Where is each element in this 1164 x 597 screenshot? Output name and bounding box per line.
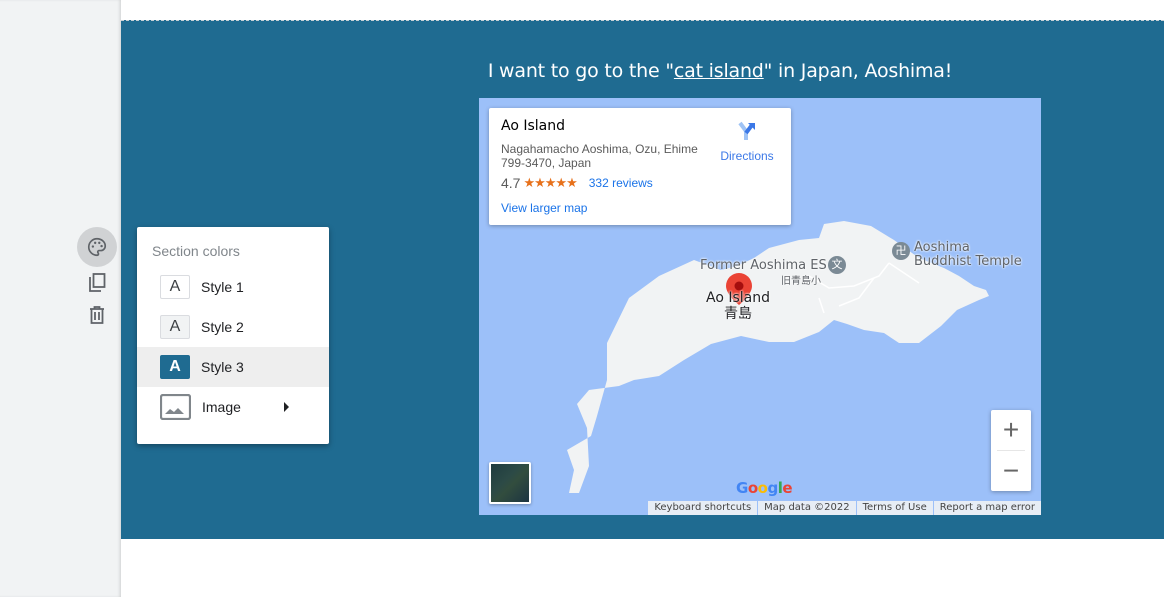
report-map-error-link[interactable]: Report a map error [933,501,1041,515]
trash-icon [90,306,104,324]
google-logo: Google [736,479,793,497]
temple-icon[interactable]: 卍 [892,242,910,260]
menu-item-label: Style 2 [201,319,244,335]
menu-item-label: Style 3 [201,359,244,375]
menu-item-style-3[interactable]: A Style 3 [137,347,329,387]
embedded-map[interactable]: Ao Island Nagahamacho Aoshima, Ozu, Ehim… [479,98,1041,515]
duplicate-section-button[interactable] [77,267,117,299]
cat-island-link[interactable]: cat island [674,60,764,82]
section-colors-menu: Section colors A Style 1 A Style 2 A Sty… [137,227,329,444]
directions-icon [738,121,755,140]
menu-item-image[interactable]: Image [137,387,329,427]
place-name: Ao Island [501,118,565,134]
zoom-controls: + − [991,410,1031,491]
menu-item-style-2[interactable]: A Style 2 [137,307,329,347]
map-attribution-bar: Keyboard shortcuts Map data ©2022 Terms … [647,501,1041,515]
section-tools [77,227,117,331]
place-info-card: Ao Island Nagahamacho Aoshima, Ozu, Ehim… [489,108,791,225]
map-label-former-school: Former Aoshima ES [700,258,827,273]
section-headline: I want to go to the "cat island" in Japa… [487,60,953,82]
menu-item-style-1[interactable]: A Style 1 [137,267,329,307]
menu-title: Section colors [152,243,240,259]
submenu-arrow-icon [284,402,289,412]
school-icon[interactable]: 文 [828,256,846,274]
terms-of-use-link[interactable]: Terms of Use [856,501,933,515]
map-data-text: Map data ©2022 [758,501,856,515]
directions-button[interactable]: Directions [717,120,777,163]
menu-item-label: Style 1 [201,279,244,295]
satellite-view-toggle[interactable] [489,462,531,504]
style-2-swatch: A [160,315,190,339]
zoom-out-button[interactable]: − [991,451,1031,491]
palette-icon [88,237,107,257]
map-label-school-ja: 旧青島小 [781,276,821,287]
directions-label: Directions [720,149,774,163]
copy-icon [89,273,106,292]
style-1-swatch: A [160,275,190,299]
rating-row: 4.7 ★★★★★ 332 reviews [501,175,653,191]
rating-value: 4.7 [501,175,521,191]
place-address: Nagahamacho Aoshima, Ozu, Ehime 799-3470… [501,142,698,170]
map-label-ao-island: Ao Island 青島 [706,290,770,322]
zoom-in-button[interactable]: + [991,410,1031,450]
style-3-swatch: A [160,355,190,379]
section-colors-button[interactable] [77,227,117,267]
delete-section-button[interactable] [77,299,117,331]
rating-stars: ★★★★★ [523,175,577,190]
menu-item-label: Image [202,399,241,415]
reviews-link[interactable]: 332 reviews [589,176,653,190]
image-icon [160,394,191,420]
keyboard-shortcuts-link[interactable]: Keyboard shortcuts [648,501,758,515]
view-larger-map-link[interactable]: View larger map [501,201,587,215]
map-label-temple: Aoshima Buddhist Temple [914,240,1022,269]
